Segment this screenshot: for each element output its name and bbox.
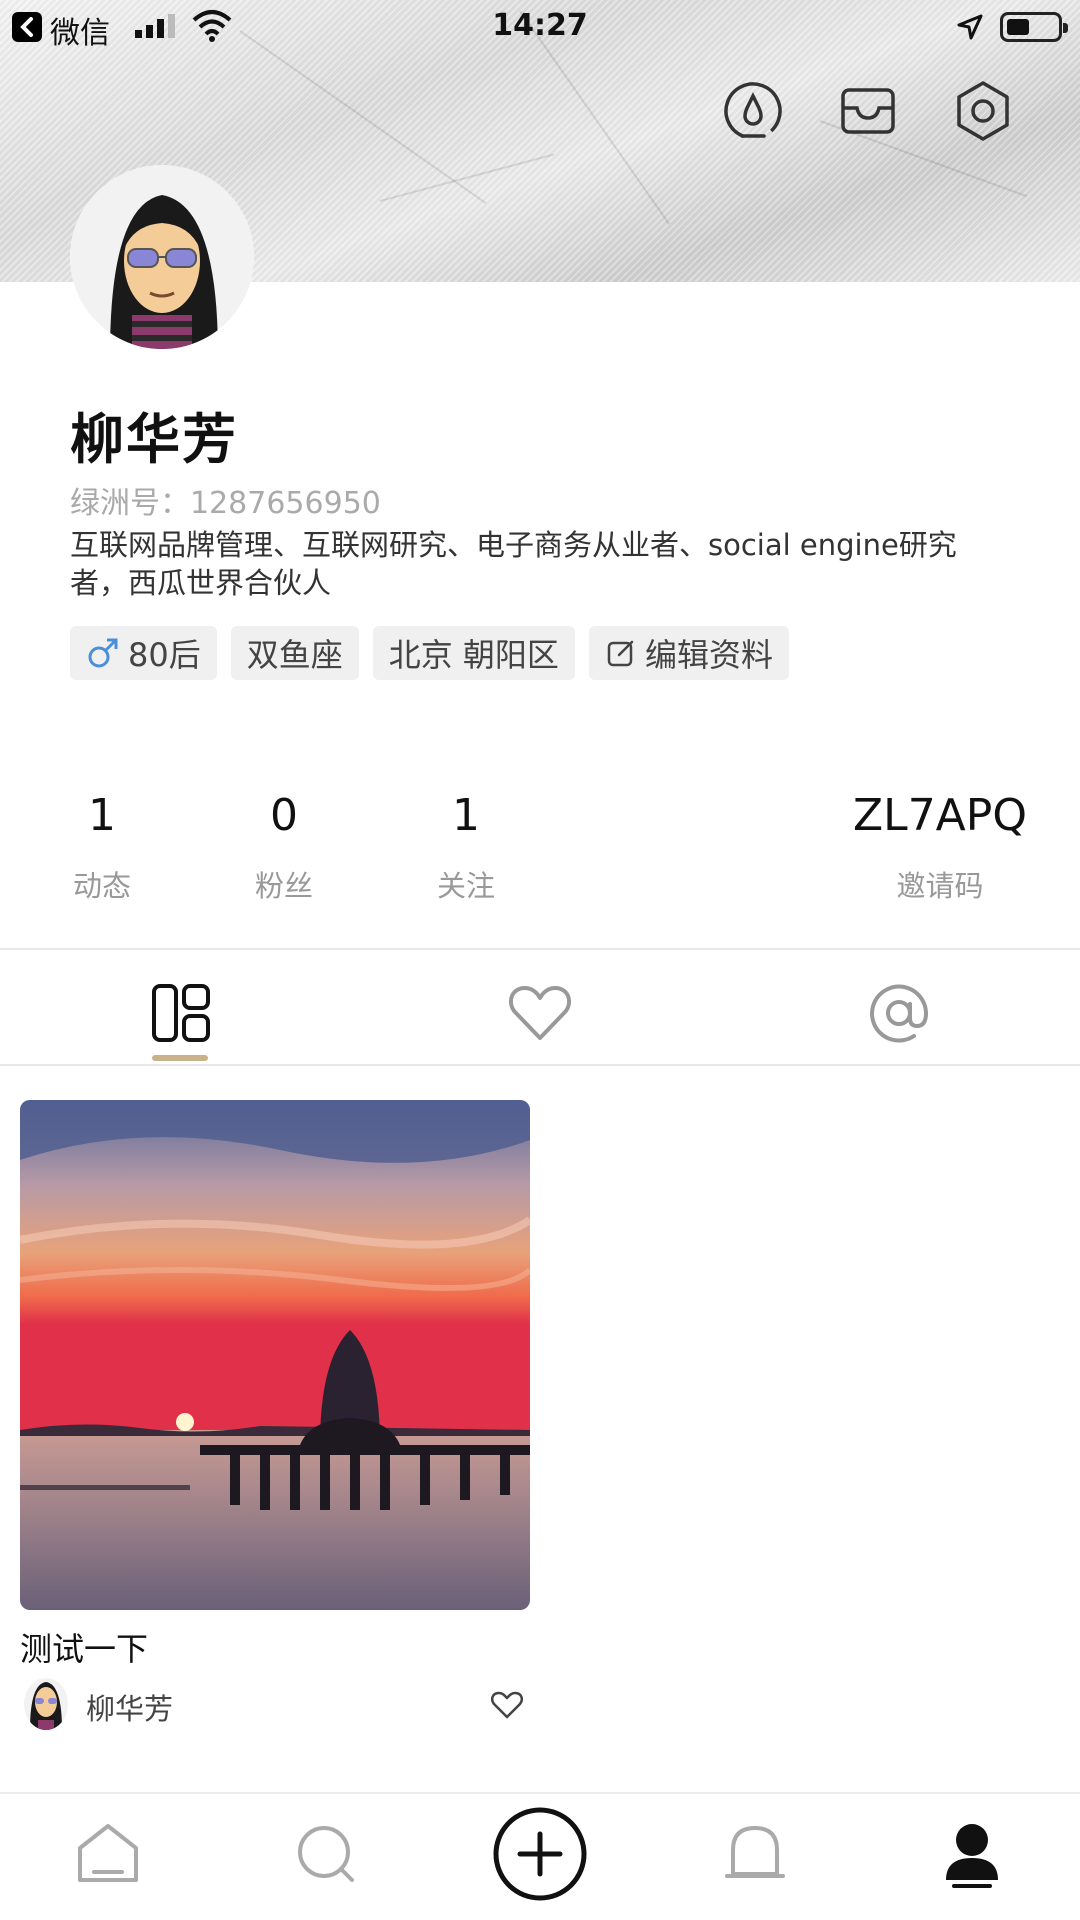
zodiac-tag: 双鱼座 xyxy=(230,626,359,680)
heart-icon[interactable] xyxy=(505,978,575,1048)
home-icon[interactable] xyxy=(68,1814,148,1894)
stat-fans[interactable]: 0 粉丝 xyxy=(246,790,322,905)
bottom-navigation xyxy=(0,1792,1080,1920)
avatar[interactable] xyxy=(70,165,254,349)
like-heart-icon[interactable] xyxy=(490,1690,524,1720)
stat-fans-label: 粉丝 xyxy=(254,869,313,903)
post-author-avatar[interactable] xyxy=(24,1678,68,1730)
invite-code-label: 邀请码 xyxy=(896,869,984,903)
stat-posts[interactable]: 1 动态 xyxy=(64,790,140,905)
invite-code-value: ZL7APQ xyxy=(853,790,1027,841)
stat-following[interactable]: 1 关注 xyxy=(428,790,504,905)
profile-id-value: 1287656950 xyxy=(190,486,381,521)
edit-profile-label: 编辑资料 xyxy=(644,636,773,674)
profile-id-label: 绿洲号： xyxy=(70,486,190,521)
status-time: 14:27 xyxy=(492,8,588,43)
add-circle-icon[interactable] xyxy=(490,1804,590,1904)
bell-icon[interactable] xyxy=(715,1814,795,1894)
edit-icon xyxy=(605,637,637,669)
post-title[interactable]: 测试一下 xyxy=(20,1624,148,1670)
grid-icon[interactable] xyxy=(146,978,216,1048)
tabs-divider xyxy=(0,1064,1080,1066)
male-icon xyxy=(86,636,120,670)
location-tag: 北京 朝阳区 xyxy=(372,626,575,680)
profile-bio: 互联网品牌管理、互联网研究、电子商务从业者、social engine研究者，西… xyxy=(70,528,957,600)
inbox-icon[interactable] xyxy=(835,78,901,144)
active-tab-indicator xyxy=(152,1055,208,1061)
stat-fans-value: 0 xyxy=(270,790,298,841)
profile-icon[interactable] xyxy=(932,1814,1012,1894)
post-image[interactable] xyxy=(20,1100,530,1610)
at-icon[interactable] xyxy=(864,978,934,1048)
post-author-name[interactable]: 柳华芳 xyxy=(86,1686,173,1728)
stat-posts-value: 1 xyxy=(88,790,116,841)
profile-id: 绿洲号：1287656950 xyxy=(70,478,381,522)
age-tag-label: 80后 xyxy=(128,636,201,674)
search-icon[interactable] xyxy=(286,1814,366,1894)
profile-name: 柳华芳 xyxy=(70,408,238,471)
stat-following-value: 1 xyxy=(452,790,480,841)
location-arrow-icon xyxy=(957,14,983,40)
stats-divider xyxy=(0,948,1080,950)
edit-profile-button[interactable]: 编辑资料 xyxy=(588,626,789,680)
profile-tags: 80后 双鱼座 北京 朝阳区 编辑资料 xyxy=(70,626,789,680)
age-tag: 80后 xyxy=(70,626,217,680)
stat-following-label: 关注 xyxy=(436,869,495,903)
drop-icon[interactable] xyxy=(720,78,786,144)
stat-invite-code[interactable]: ZL7APQ 邀请码 xyxy=(840,790,1040,905)
status-bar: 微信 14:27 xyxy=(0,0,1080,56)
battery-icon xyxy=(1000,12,1068,42)
stat-posts-label: 动态 xyxy=(72,869,131,903)
settings-hex-icon[interactable] xyxy=(950,78,1016,144)
